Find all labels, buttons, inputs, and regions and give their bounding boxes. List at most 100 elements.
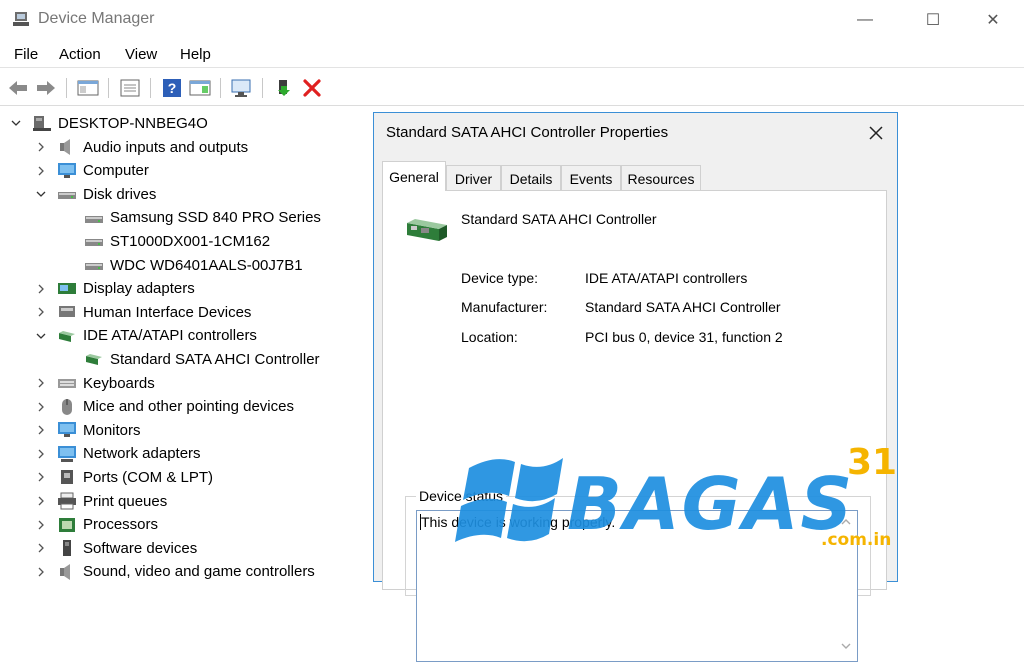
port-icon: [61, 470, 73, 485]
tree-category-item[interactable]: Audio inputs and outputs: [35, 136, 248, 158]
tree-item-label: Disk drives: [83, 185, 157, 203]
disk-icon: [85, 239, 103, 247]
tree-category-item[interactable]: Network adapters: [35, 443, 201, 465]
chevron-right-icon[interactable]: [35, 542, 47, 554]
tree-device-item[interactable]: Samsung SSD 840 PRO Series: [84, 207, 321, 229]
tree-item-label: Processors: [83, 516, 159, 534]
toolbar-separator: [108, 78, 109, 98]
menu-action[interactable]: Action: [59, 46, 101, 63]
back-button[interactable]: [6, 76, 30, 100]
sound-icon: [60, 563, 70, 580]
chevron-down-icon[interactable]: [35, 188, 47, 200]
menu-file[interactable]: File: [14, 46, 38, 63]
tree-item-label: Samsung SSD 840 PRO Series: [110, 209, 321, 227]
chevron-right-icon[interactable]: [35, 401, 47, 413]
device-status-textbox[interactable]: This device is working properly.: [416, 510, 858, 662]
mouse-icon: [62, 398, 72, 415]
chevron-right-icon[interactable]: [35, 306, 47, 318]
scroll-up-icon: [841, 519, 851, 525]
computer-icon: [33, 116, 51, 131]
keyboard-icon: [58, 379, 76, 388]
device-type-value: IDE ATA/ATAPI controllers: [585, 270, 748, 286]
chevron-right-icon[interactable]: [35, 283, 47, 295]
manufacturer-value: Standard SATA AHCI Controller: [585, 299, 781, 315]
menu-bar: File Action View Help: [0, 40, 1024, 68]
tree-category-item[interactable]: Ports (COM & LPT): [35, 466, 213, 488]
enable-device-button[interactable]: [272, 76, 296, 100]
toolbar: ?: [0, 70, 1024, 106]
chevron-right-icon[interactable]: [35, 141, 47, 153]
location-label: Location:: [461, 329, 518, 345]
tree-category-item[interactable]: Keyboards: [35, 372, 155, 394]
manufacturer-label: Manufacturer:: [461, 299, 548, 315]
properties-button[interactable]: [118, 76, 142, 100]
general-tab-panel: Standard SATA AHCI Controller Device typ…: [382, 190, 887, 662]
toolbar-separator: [262, 78, 263, 98]
tree-category-item[interactable]: IDE ATA/ATAPI controllers: [35, 325, 257, 347]
speaker-icon: [60, 139, 70, 155]
tab-details[interactable]: Details: [501, 165, 561, 191]
tree-category-item[interactable]: Computer: [35, 160, 149, 182]
tree-category-item[interactable]: Print queues: [35, 490, 167, 512]
device-status-text: This device is working properly.: [421, 514, 616, 530]
tree-item-label: IDE ATA/ATAPI controllers: [83, 327, 257, 345]
tree-category-item[interactable]: Sound, video and game controllers: [35, 561, 315, 583]
hid-icon: [59, 306, 75, 318]
tab-events[interactable]: Events: [561, 165, 621, 191]
tree-item-label: Standard SATA AHCI Controller: [110, 350, 320, 368]
tree-item-label: Ports (COM & LPT): [83, 468, 214, 486]
tree-category-item[interactable]: Monitors: [35, 419, 141, 441]
tree-root[interactable]: DESKTOP-NNBEG4O: [10, 112, 208, 134]
tab-general[interactable]: General: [382, 161, 446, 191]
svg-text:?: ?: [168, 80, 177, 96]
enable-device-icon: [278, 80, 290, 96]
tree-device-item[interactable]: Standard SATA AHCI Controller: [84, 348, 320, 370]
chevron-right-icon[interactable]: [35, 471, 47, 483]
printer-icon: [58, 492, 76, 510]
toolbar-separator: [150, 78, 151, 98]
display-adapter-icon: [58, 282, 76, 294]
disk-icon: [85, 263, 103, 270]
tree-category-item[interactable]: Mice and other pointing devices: [35, 396, 294, 418]
uninstall-device-button[interactable]: [300, 76, 324, 100]
software-device-icon: [63, 540, 71, 557]
controller-icon: [86, 354, 102, 366]
tree-category-item[interactable]: Processors: [35, 514, 158, 536]
tab-resources[interactable]: Resources: [621, 165, 701, 191]
dialog-close-button[interactable]: [862, 121, 890, 145]
action-pane-button[interactable]: [188, 76, 212, 100]
tree-category-item[interactable]: Human Interface Devices: [35, 301, 251, 323]
scroll-down-icon: [841, 643, 851, 649]
chevron-right-icon[interactable]: [35, 165, 47, 177]
menu-help[interactable]: Help: [180, 46, 211, 63]
close-button[interactable]: ✕: [970, 4, 1016, 36]
disk-icon: [85, 215, 103, 223]
tree-device-item[interactable]: WDC WD6401AALS-00J7B1: [84, 254, 303, 276]
help-button[interactable]: ?: [160, 76, 184, 100]
monitor-icon: [58, 422, 76, 438]
menu-view[interactable]: View: [125, 46, 157, 63]
chevron-down-icon[interactable]: [35, 330, 47, 342]
chevron-right-icon[interactable]: [35, 448, 47, 460]
help-icon: ?: [163, 79, 181, 97]
console-tree-button[interactable]: [76, 76, 100, 100]
tree-item-label: ST1000DX001-1CM162: [110, 232, 271, 250]
scan-hardware-button[interactable]: [230, 76, 254, 100]
chevron-right-icon[interactable]: [35, 495, 47, 507]
tree-category-item[interactable]: Software devices: [35, 537, 197, 559]
maximize-button[interactable]: ☐: [910, 4, 956, 36]
chevron-right-icon[interactable]: [35, 424, 47, 436]
tree-category-item[interactable]: Display adapters: [35, 278, 195, 300]
forward-button[interactable]: [34, 76, 58, 100]
tree-category-item[interactable]: Disk drives: [35, 183, 156, 205]
uninstall-device-icon: [303, 79, 321, 97]
status-scrollbar[interactable]: [835, 511, 857, 661]
minimize-button[interactable]: —: [842, 4, 888, 36]
tree-device-item[interactable]: ST1000DX001-1CM162: [84, 230, 270, 252]
chevron-right-icon[interactable]: [35, 519, 47, 531]
tree-item-label: Monitors: [83, 421, 141, 439]
tab-driver[interactable]: Driver: [446, 165, 501, 191]
tree-item-label: Computer: [83, 162, 149, 180]
chevron-right-icon[interactable]: [35, 377, 47, 389]
title-bar: Device Manager — ☐ ✕: [0, 0, 1024, 40]
